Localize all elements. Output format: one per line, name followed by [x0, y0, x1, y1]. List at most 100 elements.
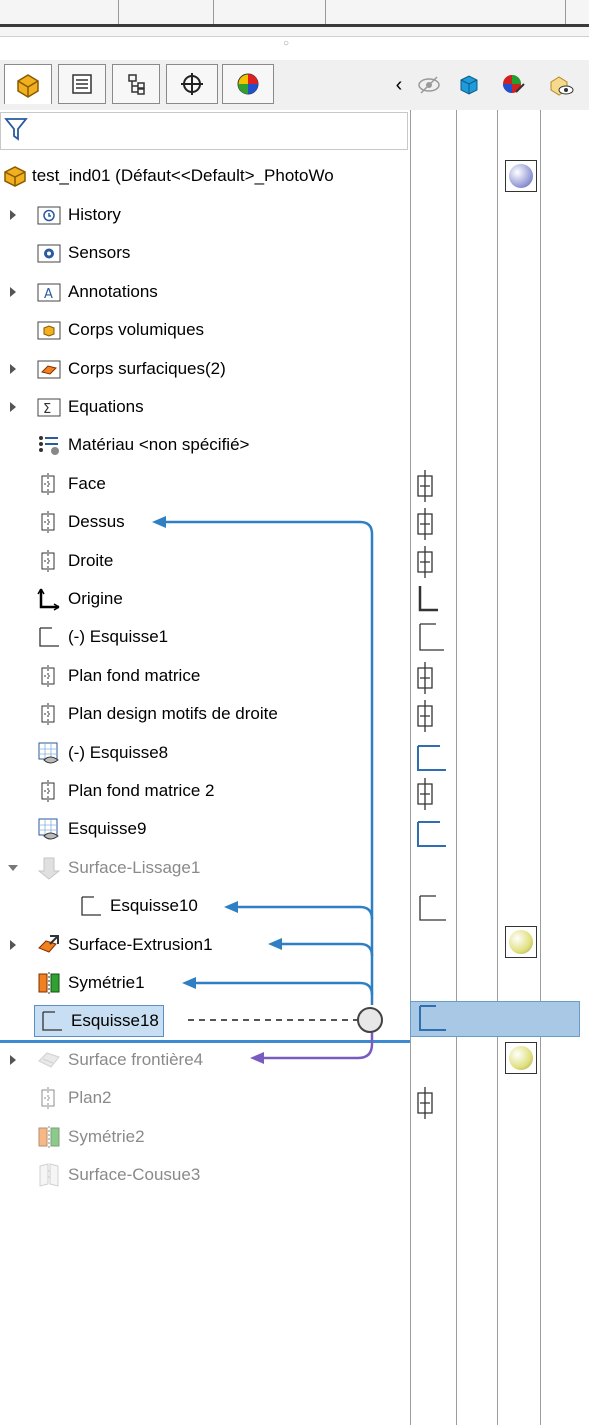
material-icon [36, 432, 62, 458]
rollback-bar[interactable] [0, 1040, 410, 1043]
chevron-left-icon[interactable]: ‹ [386, 72, 412, 98]
sketch-icon [39, 1008, 65, 1034]
tree-item[interactable]: Surface-Extrusion1 [36, 927, 213, 963]
displaymanager-icon [237, 73, 259, 95]
part-icon [2, 163, 28, 189]
column-divider [456, 110, 457, 1425]
column-divider [540, 110, 541, 1425]
plane-icon [417, 662, 433, 694]
display-mode-cube-icon[interactable] [456, 72, 482, 98]
tree-item[interactable]: Symétrie1 [36, 965, 145, 1001]
expand-arrow-icon[interactable] [10, 402, 16, 412]
knit-surface-icon [36, 1162, 62, 1188]
tree-item[interactable]: Plan design motifs de droite [36, 696, 278, 732]
expand-arrow-icon[interactable] [10, 940, 16, 950]
tab-propertymanager[interactable] [58, 64, 106, 104]
tree-item[interactable]: Face [36, 466, 106, 502]
surface-bodies-folder-icon [36, 356, 62, 382]
surface-extrude-icon [36, 932, 62, 958]
panel-resize-grip-icon[interactable]: ○ [283, 38, 289, 49]
toolbar-segment[interactable] [118, 0, 214, 24]
appearance-swatch[interactable] [505, 160, 537, 192]
appearance-icon[interactable] [500, 72, 526, 98]
tree-item[interactable]: Surface-Lissage1 [36, 850, 200, 886]
tree-item[interactable]: Dessus [36, 504, 125, 540]
tree-item[interactable]: Corps surfaciques(2) [36, 351, 226, 387]
history-folder-icon [36, 202, 62, 228]
tree-item[interactable]: Sensors [36, 235, 130, 271]
tree-item[interactable]: A Annotations [36, 274, 158, 310]
plane-icon [417, 1087, 433, 1119]
sketch-3d-icon [36, 816, 62, 842]
equations-folder-icon: Σ [36, 394, 62, 420]
tab-displaymanager[interactable] [222, 64, 274, 104]
toolbar-segment[interactable] [213, 0, 326, 24]
tree-item[interactable]: Origine [36, 581, 123, 617]
tree-item[interactable]: Droite [36, 543, 113, 579]
tree-item[interactable]: Plan fond matrice 2 [36, 773, 214, 809]
tab-dimxpertmanager[interactable] [166, 64, 218, 104]
collapse-arrow-icon[interactable] [8, 865, 18, 871]
tree-item[interactable]: Plan fond matrice [36, 658, 200, 694]
column-divider [410, 110, 411, 1425]
tree-item[interactable]: (-) Esquisse8 [36, 735, 168, 771]
tree-item-label: Surface-Lissage1 [68, 858, 201, 877]
tree-item-label: History [68, 205, 121, 224]
parent-arrow-line [190, 981, 374, 996]
tree-item[interactable]: Esquisse18 [34, 1003, 164, 1039]
root-part-label: test_ind01 (Défaut<<Default>_PhotoWo [32, 166, 334, 185]
tree-root-part[interactable]: test_ind01 (Défaut<<Default>_PhotoWo [2, 158, 334, 194]
sketch-3d-icon [417, 821, 446, 847]
tree-item[interactable]: Matériau <non spécifié> [36, 427, 249, 463]
tree-item-label: Surface frontière4 [68, 1050, 204, 1069]
expand-arrow-icon[interactable] [10, 210, 16, 220]
propertymanager-icon [72, 74, 92, 94]
tree-filter-box[interactable] [0, 112, 408, 150]
plane-icon [417, 778, 433, 810]
expand-arrow-icon[interactable] [10, 287, 16, 297]
toolbar-segment[interactable] [0, 0, 119, 24]
tree-item[interactable]: Plan2 [36, 1080, 111, 1116]
tree-item-label: Origine [68, 589, 123, 608]
tree-item-label: Symétrie2 [68, 1127, 145, 1146]
expand-arrow-icon[interactable] [10, 364, 16, 374]
appearance-swatch[interactable] [505, 1042, 537, 1074]
sensors-folder-icon [36, 240, 62, 266]
sketch-icon [419, 623, 444, 651]
plane-icon [36, 471, 62, 497]
toolbar-segment[interactable] [325, 0, 566, 24]
scene-visibility-icon[interactable] [548, 72, 574, 98]
plane-icon [417, 700, 433, 732]
tree-item[interactable]: (-) Esquisse1 [36, 619, 168, 655]
tree-item[interactable]: Σ Equations [36, 389, 144, 425]
selected-item-highlight[interactable]: Esquisse18 [34, 1005, 164, 1037]
tree-item[interactable]: Esquisse10 [78, 888, 198, 924]
configurationmanager-icon [128, 74, 145, 95]
tab-featuremanager[interactable] [4, 64, 52, 104]
annotations-folder-icon: A [36, 279, 62, 305]
tree-item[interactable]: History [36, 197, 121, 233]
toolbar-divider [0, 24, 589, 27]
tab-configurationmanager[interactable] [112, 64, 160, 104]
plane-icon [417, 546, 433, 578]
sketch-3d-icon [417, 745, 446, 771]
tree-item[interactable]: Surface frontière4 [36, 1042, 203, 1078]
hide-show-icon[interactable] [416, 72, 442, 98]
selected-row-highlight [410, 1001, 580, 1037]
boundary-surface-icon [36, 1047, 62, 1073]
tree-item[interactable]: Corps volumiques [36, 312, 204, 348]
tree-item[interactable]: Surface-Cousue3 [36, 1157, 200, 1193]
plane-icon [36, 701, 62, 727]
tree-item[interactable]: Esquisse9 [36, 811, 146, 847]
top-toolbar-strip [0, 0, 589, 37]
tree-item[interactable]: Symétrie2 [36, 1119, 145, 1155]
filter-icon[interactable] [4, 116, 30, 144]
solid-bodies-folder-icon [36, 317, 62, 343]
expand-arrow-icon[interactable] [10, 1055, 16, 1065]
child-arrow-line [258, 1033, 374, 1060]
plane-icon [36, 778, 62, 804]
appearance-swatch[interactable] [505, 926, 537, 958]
plane-icon [417, 508, 433, 540]
tree-item-label: Matériau <non spécifié> [68, 435, 250, 454]
tree-item-label: Droite [68, 551, 114, 570]
